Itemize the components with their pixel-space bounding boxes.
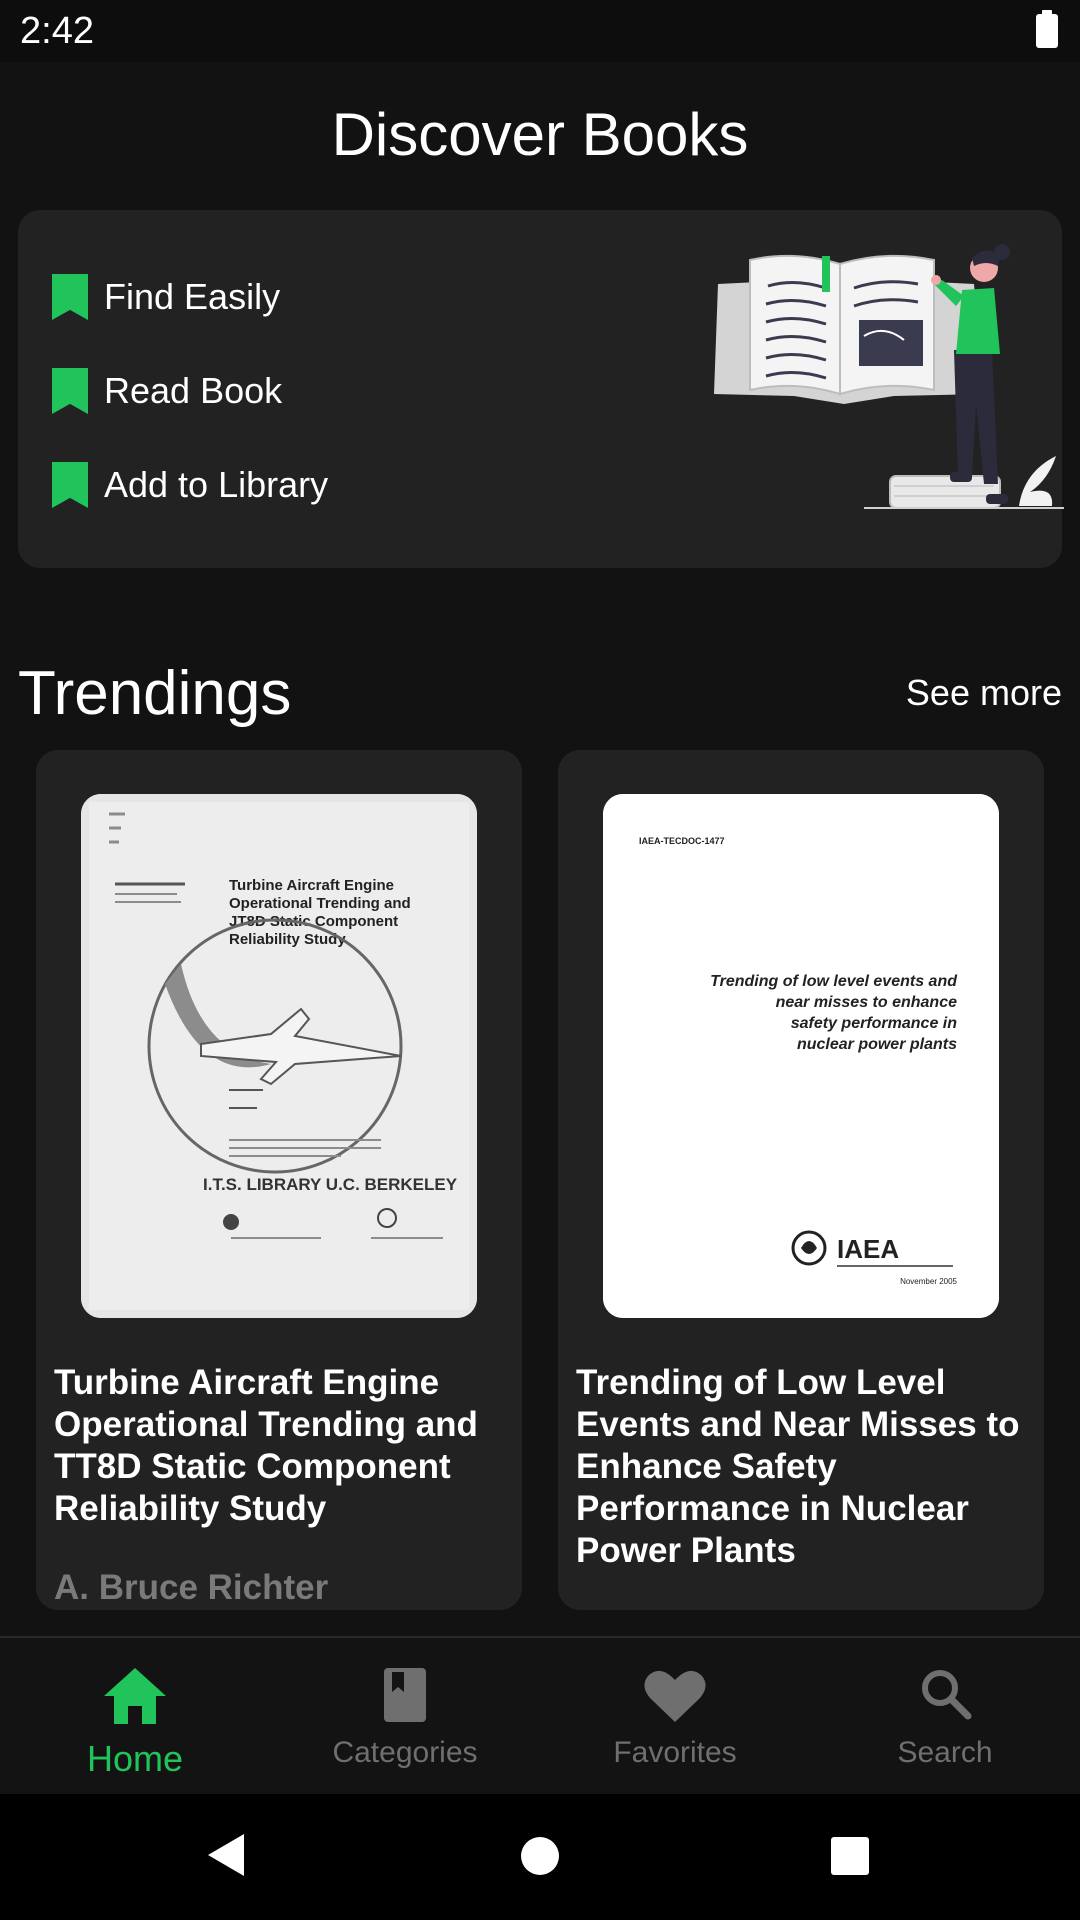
cover-title-line: nuclear power plants <box>797 1036 957 1053</box>
nav-label: Favorites <box>613 1736 737 1769</box>
cover-title-line: Operational Trending and <box>229 895 411 912</box>
cover-title-line: Turbine Aircraft Engine <box>229 877 394 894</box>
book-cover-art: IAEA-TECDOC-1477 Trending of low level e… <box>603 794 999 1318</box>
cover-title-line: safety performance in <box>791 1015 958 1032</box>
status-time: 2:42 <box>20 10 94 52</box>
book-cover: IAEA-TECDOC-1477 Trending of low level e… <box>603 794 999 1318</box>
bookmark-icon <box>52 368 88 414</box>
nav-label: Home <box>86 1738 184 1779</box>
cover-stamp: I.T.S. LIBRARY U.C. BERKELEY <box>203 1175 458 1194</box>
feature-item-find: Find Easily <box>52 272 280 322</box>
book-author: A. Bruce Richter <box>54 1568 329 1607</box>
battery-icon <box>1036 10 1058 48</box>
recents-icon[interactable] <box>830 1836 870 1876</box>
cover-title-line: Trending of low level events and <box>710 973 958 990</box>
back-icon[interactable] <box>206 1832 246 1878</box>
status-bar: 2:42 <box>0 0 1080 62</box>
nav-label: Categories <box>332 1736 478 1769</box>
nav-item-favorites[interactable]: Favorites <box>540 1638 810 1796</box>
nav-item-search[interactable]: Search <box>810 1638 1080 1796</box>
cover-title-line: near misses to enhance <box>776 994 958 1011</box>
feature-item-read: Read Book <box>52 366 282 416</box>
bookmark-icon <box>52 462 88 508</box>
book-title: Turbine Aircraft Engine Operational Tren… <box>54 1363 478 1528</box>
nav-label: Search <box>897 1736 993 1769</box>
system-nav-bar <box>0 1794 1080 1920</box>
nav-item-home[interactable]: Home <box>0 1638 270 1796</box>
nav-item-categories[interactable]: Categories <box>270 1638 540 1796</box>
feature-label: Add to Library <box>104 464 329 505</box>
section-title-trendings: Trendings <box>18 659 292 728</box>
feature-item-add: Add to Library <box>52 460 328 510</box>
cover-code: IAEA-TECDOC-1477 <box>639 836 725 846</box>
book-cover: Turbine Aircraft Engine Operational Tren… <box>81 794 477 1318</box>
reading-illustration <box>714 244 1064 509</box>
heart-icon <box>644 1670 706 1722</box>
home-circle-icon[interactable] <box>520 1836 560 1876</box>
bookmark-icon <box>52 274 88 320</box>
search-icon <box>922 1670 972 1720</box>
book-title: Trending of Low Level Events and Near Mi… <box>576 1363 1020 1570</box>
page-title: Discover Books <box>331 101 749 168</box>
book-cover-art: Turbine Aircraft Engine Operational Tren… <box>81 794 477 1318</box>
book-card[interactable]: Turbine Aircraft Engine Operational Tren… <box>36 750 522 1610</box>
bottom-nav: Home Categories Favorites Search <box>0 1636 1080 1796</box>
home-icon <box>104 1668 166 1724</box>
feature-card: Find Easily Read Book Add to Library <box>18 210 1064 568</box>
cover-publisher: IAEA <box>837 1234 899 1264</box>
book-card[interactable]: IAEA-TECDOC-1477 Trending of low level e… <box>558 750 1044 1610</box>
cover-date: November 2005 <box>900 1277 957 1286</box>
feature-label: Find Easily <box>104 276 281 317</box>
see-more-link[interactable]: See more <box>906 672 1062 714</box>
book-icon <box>384 1668 426 1722</box>
feature-label: Read Book <box>104 370 283 411</box>
